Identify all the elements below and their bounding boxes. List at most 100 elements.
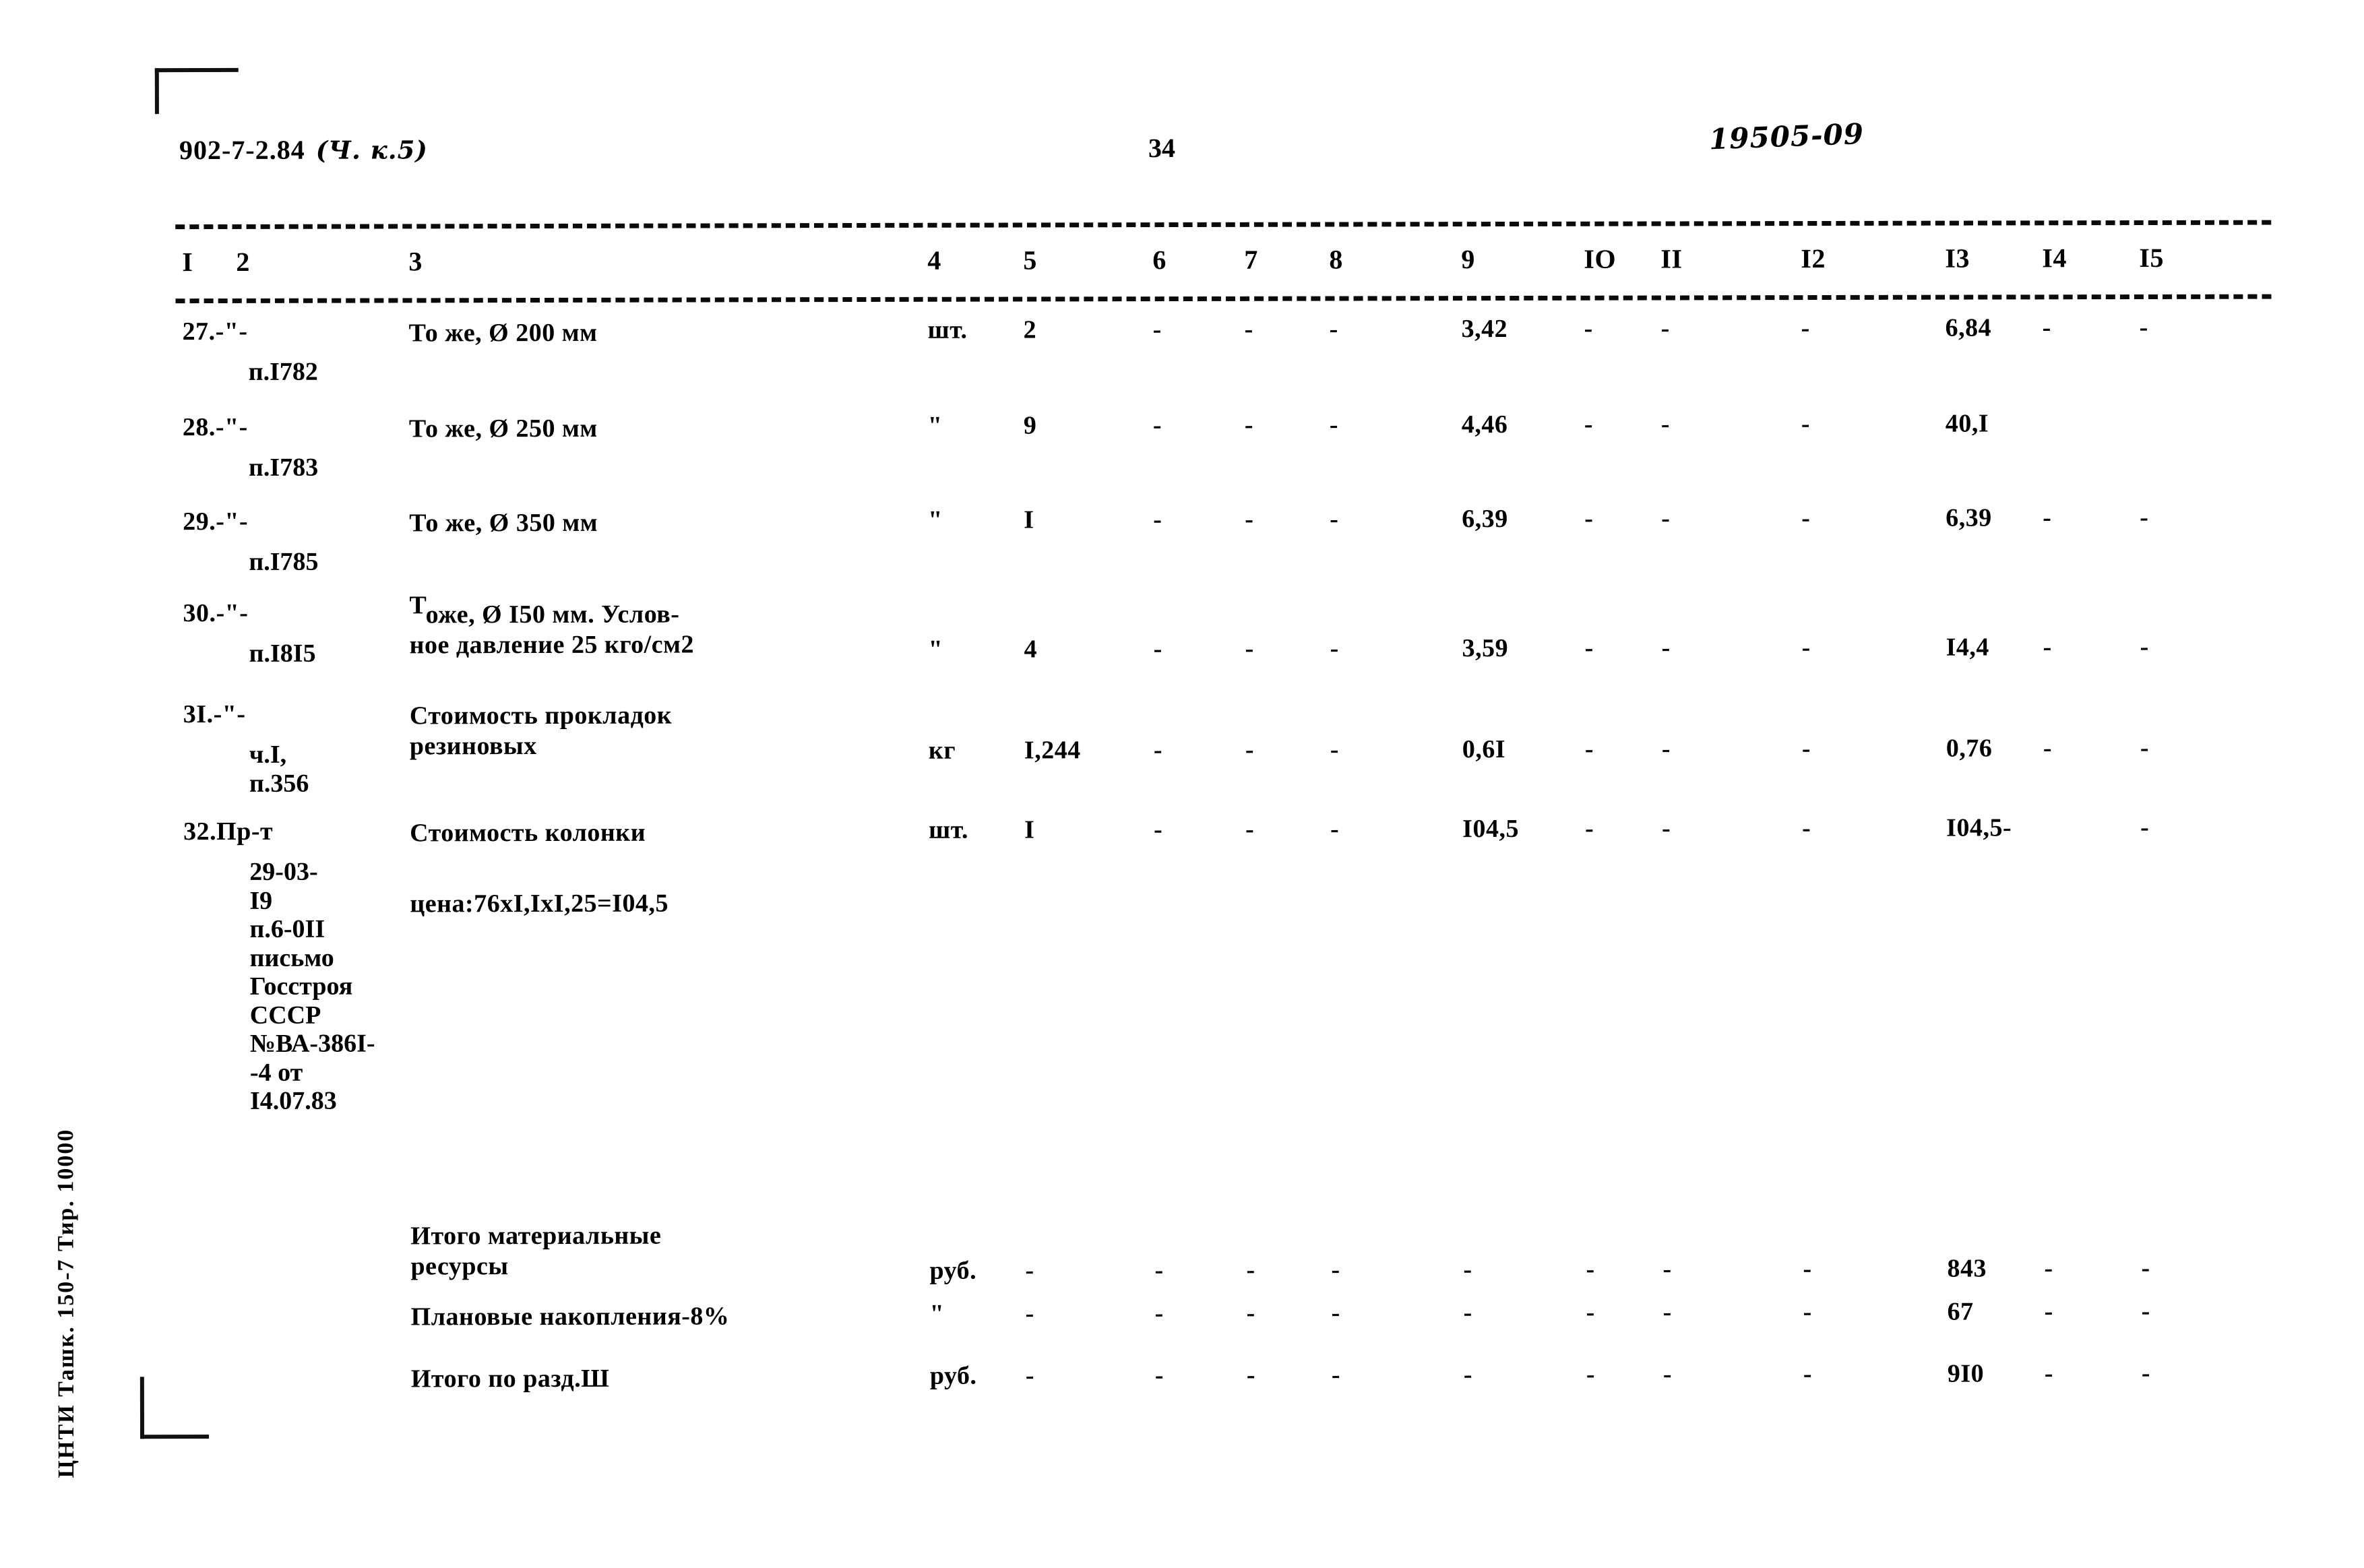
row-1-c15: - [2139,313,2148,342]
summary-2-c13: 67 [1947,1297,1974,1326]
summary-1-c4: руб. [929,1256,977,1285]
description-line: То же, Ø 350 мм [409,508,598,538]
row-2-c12: - [1801,410,1811,439]
summary-1-c10: - [1586,1255,1595,1284]
reference-line: п.I782 [248,357,318,386]
summary-1-c5: - [1025,1256,1034,1285]
row-1-c14: - [2042,313,2051,342]
estimate-table: I 2 3 4 5 6 7 8 9 IO II I2 I3 I4 I5 27.-"- п.I782 То же, … [0,0,2364,1568]
summary-2-c7: - [1246,1298,1255,1327]
column-header-11: II [1660,243,1683,274]
row-3-c7: - [1245,505,1254,534]
row-number-2: 28.-"- [182,412,248,442]
column-header-5: 5 [1023,245,1037,276]
row-5-c4: кг [928,736,956,765]
row-4-c12: - [1801,633,1811,662]
summary-description-3: Итого по разд.Ш [411,1364,610,1394]
row-3-c4: " [928,505,943,534]
row-2-c7: - [1244,410,1254,439]
row-number-4: 30.-"- [183,598,249,628]
row-4-c10: - [1584,633,1594,662]
reference-line: п.I8I5 [249,639,316,668]
row-description-3: То же, Ø 350 мм [409,508,598,538]
column-header-15: I5 [2139,242,2164,274]
row-3-c11: - [1661,504,1671,533]
reference-line: Госстроя [249,972,353,1001]
row-4-c8: - [1330,634,1339,663]
row-6-c13: I04,5- [1946,813,2012,842]
reference-line: письмо [249,943,334,972]
row-4-c9: 3,59 [1462,633,1509,663]
summary-1-c14: - [2044,1254,2053,1283]
row-6-c5: I [1024,815,1035,844]
row-3-c15: - [2140,503,2149,532]
column-header-4: 4 [927,245,941,276]
row-4-c5: 4 [1024,635,1038,664]
column-header-1: I [182,247,193,278]
row-2-c5: 9 [1023,411,1037,440]
row-4-c4: " [928,635,943,664]
description-line: ное давление 25 кго/см2 [409,630,694,660]
row-2-c6: - [1152,411,1162,440]
description-line: резиновых [409,731,537,761]
row-1-c5: 2 [1023,315,1037,344]
row-5-c8: - [1330,735,1340,764]
row-3-c6: - [1153,505,1162,534]
column-header-10: IO [1584,243,1617,274]
row-3-c5: I [1024,505,1034,534]
row-description-1: То же, Ø 200 мм [409,318,598,348]
row-5-c6: - [1153,736,1163,765]
summary-2-c15: - [2141,1296,2150,1326]
summary-2-c12: - [1803,1298,1812,1327]
row-description-5: Стоимость прокладок резиновых [410,701,673,761]
summary-1-c6: - [1154,1256,1164,1285]
summary-2-c9: - [1463,1298,1472,1327]
summary-1-c8: - [1331,1255,1340,1284]
row-6-c15: - [2140,813,2150,842]
row-6-c6: - [1154,815,1163,844]
row-1-c10: - [1584,314,1593,343]
row-6-c7: - [1245,815,1255,844]
summary-description-2: Плановые накопления-8% [411,1301,730,1332]
summary-2-c11: - [1662,1298,1672,1327]
description-line: Стоимость прокладок [409,701,673,730]
row-3-c12: - [1801,504,1811,533]
row-3-c8: - [1330,505,1339,534]
row-reference-4: п.I8I5 [249,639,316,668]
row-2-c4: " [927,411,943,440]
summary-2-c14: - [2044,1297,2053,1326]
summary-1-c15: - [2141,1253,2150,1283]
summary-2-c8: - [1331,1298,1340,1327]
row-reference-1: п.I782 [249,358,318,387]
reference-line: п.6-0II [249,914,325,943]
column-header-9: 9 [1461,244,1475,275]
row-number-1: 27.-"- [182,317,248,346]
summary-description-1: Итого материальные ресурсы [410,1221,661,1282]
raised-initial: Т [409,591,426,620]
row-2-c8: - [1329,410,1339,439]
row-6-c8: - [1330,815,1340,844]
row-5-c9: 0,6I [1462,734,1506,764]
row-6-c12: - [1802,814,1811,843]
printing-house-imprint: ЦНТИ Ташк. 150-7 Тир. 10000 [53,1128,80,1478]
summary-3-c10: - [1586,1360,1596,1389]
reference-line: I9 [249,886,273,915]
summary-3-c13: 9I0 [1947,1359,1985,1388]
column-header-3: 3 [408,246,423,277]
row-4-c7: - [1245,634,1254,663]
row-4-c11: - [1661,633,1671,662]
summary-3-c5: - [1025,1361,1035,1390]
summary-3-c12: - [1803,1360,1813,1389]
row-note-6: цена:76хI,IхI,25=I04,5 [410,889,669,918]
reference-line: п.I785 [249,547,319,576]
row-5-c10: - [1584,734,1594,763]
row-number-6: 32.Пр-т [183,817,274,846]
row-4-c15: - [2140,632,2149,662]
row-5-c14: - [2043,734,2053,763]
row-number-3: 29.-"- [183,507,249,536]
row-1-c9: 3,42 [1461,314,1508,344]
row-5-c15: - [2140,733,2150,763]
column-header-2: 2 [236,246,250,277]
summary-3-c6: - [1154,1361,1164,1390]
description-line: Тоже, Ø I50 мм. Услов- [409,591,680,629]
